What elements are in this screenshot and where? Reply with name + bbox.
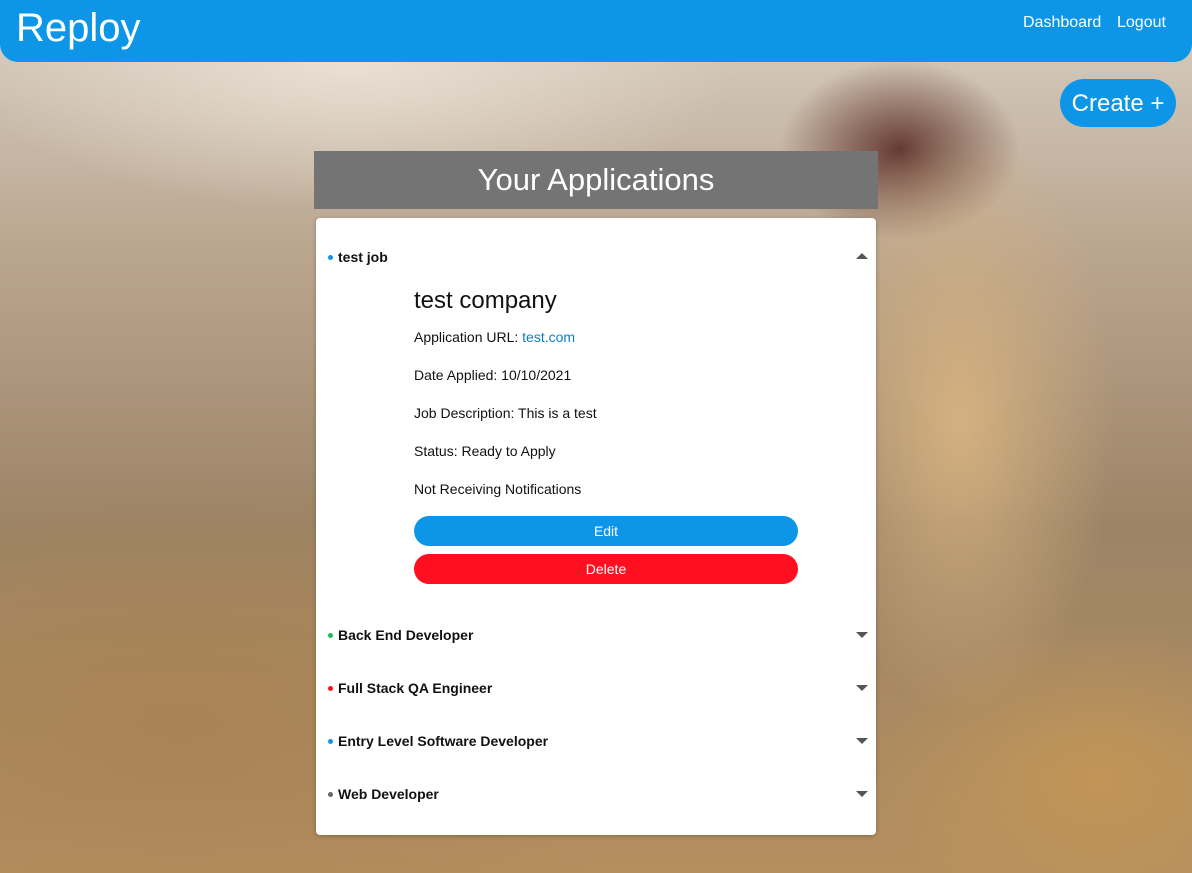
status-dot-icon bbox=[328, 686, 333, 691]
chevron-down-icon[interactable] bbox=[856, 791, 868, 797]
nav-dashboard-link[interactable]: Dashboard bbox=[1023, 14, 1101, 32]
accordion-item-full-stack-qa-engineer[interactable]: Full Stack QA Engineer bbox=[316, 676, 876, 700]
application-url-label: Application URL: bbox=[414, 329, 523, 345]
brand-logo[interactable]: Reploy bbox=[16, 4, 141, 52]
status-dot-icon bbox=[328, 255, 333, 260]
accordion-item-title: test job bbox=[338, 249, 388, 265]
accordion-item-title: Entry Level Software Developer bbox=[338, 733, 549, 749]
job-description: Job Description: This is a test bbox=[414, 405, 597, 421]
accordion-item-entry-level-software-developer[interactable]: Entry Level Software Developer bbox=[316, 729, 876, 753]
accordion-item-test-job[interactable]: test job bbox=[316, 245, 876, 269]
create-application-button[interactable]: Create + bbox=[1060, 79, 1176, 127]
notification-status: Not Receiving Notifications bbox=[414, 481, 582, 497]
edit-button[interactable]: Edit bbox=[414, 516, 798, 546]
chevron-up-icon[interactable] bbox=[856, 253, 868, 259]
application-url-row: Application URL: test.com bbox=[414, 329, 575, 345]
date-applied: Date Applied: 10/10/2021 bbox=[414, 367, 572, 383]
top-navbar: Reploy Dashboard Logout bbox=[0, 0, 1192, 62]
accordion-item-back-end-developer[interactable]: Back End Developer bbox=[316, 623, 876, 647]
application-status: Status: Ready to Apply bbox=[414, 443, 556, 459]
accordion-item-title: Full Stack QA Engineer bbox=[338, 680, 493, 696]
accordion-item-title: Back End Developer bbox=[338, 627, 474, 643]
applications-accordion: test job test company Application URL: t… bbox=[316, 218, 876, 835]
chevron-down-icon[interactable] bbox=[856, 632, 868, 638]
accordion-item-title: Web Developer bbox=[338, 786, 439, 802]
status-dot-icon bbox=[328, 792, 333, 797]
chevron-down-icon[interactable] bbox=[856, 738, 868, 744]
page-title: Your Applications bbox=[314, 151, 878, 209]
company-name: test company bbox=[414, 287, 557, 314]
accordion-item-web-developer[interactable]: Web Developer bbox=[316, 782, 876, 806]
chevron-down-icon[interactable] bbox=[856, 685, 868, 691]
application-url-link[interactable]: test.com bbox=[522, 329, 575, 345]
delete-button[interactable]: Delete bbox=[414, 554, 798, 584]
status-dot-icon bbox=[328, 739, 333, 744]
nav-logout-link[interactable]: Logout bbox=[1117, 14, 1166, 32]
status-dot-icon bbox=[328, 633, 333, 638]
